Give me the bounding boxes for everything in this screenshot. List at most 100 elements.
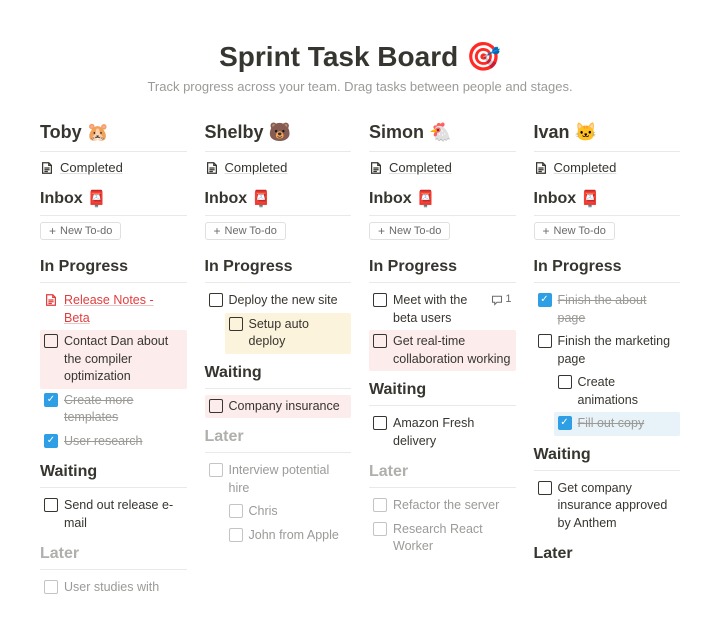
task-item[interactable]: Deploy the new site bbox=[205, 289, 352, 313]
task-item[interactable]: Get company insurance approved by Anthem bbox=[534, 477, 681, 536]
checkbox[interactable] bbox=[558, 375, 572, 389]
divider bbox=[534, 470, 681, 471]
checkbox[interactable] bbox=[44, 334, 58, 348]
page-title: Sprint Task Board 🎯 bbox=[40, 40, 680, 73]
completed-label: Completed bbox=[60, 160, 123, 175]
new-todo-label: New To-do bbox=[554, 225, 606, 237]
checkbox[interactable] bbox=[373, 498, 387, 512]
task-text: Get company insurance approved by Anthem bbox=[558, 480, 677, 533]
in-progress-heading: In Progress bbox=[369, 258, 516, 276]
task-item[interactable]: Send out release e-mail bbox=[40, 494, 187, 535]
checkbox[interactable] bbox=[538, 334, 552, 348]
task-item[interactable]: Company insurance bbox=[205, 395, 352, 419]
plus-icon: + bbox=[543, 225, 550, 237]
checkbox[interactable] bbox=[373, 293, 387, 307]
checkbox[interactable] bbox=[373, 334, 387, 348]
divider bbox=[40, 487, 187, 488]
new-todo-button[interactable]: + New To-do bbox=[534, 222, 615, 240]
task-item[interactable]: Chris bbox=[225, 500, 352, 524]
inbox-icon: 📮 bbox=[416, 189, 436, 209]
task-text: Research React Worker bbox=[393, 521, 512, 556]
checkbox[interactable] bbox=[229, 317, 243, 331]
completed-link[interactable]: Completed bbox=[369, 158, 516, 177]
later-heading: Later bbox=[534, 545, 681, 563]
task-text: Interview potential hire bbox=[229, 462, 348, 497]
task-item[interactable]: User studies with bbox=[40, 576, 187, 600]
new-todo-button[interactable]: +New To-do bbox=[40, 222, 121, 240]
person-name: Shelby 🐻 bbox=[205, 122, 352, 143]
completed-link[interactable]: Completed bbox=[205, 158, 352, 177]
checkbox[interactable] bbox=[44, 580, 58, 594]
task-item[interactable]: John from Apple bbox=[225, 524, 352, 548]
task-text: User research bbox=[64, 433, 183, 451]
column: Ivan 🐱CompletedInbox 📮+New To-doIn Progr… bbox=[534, 122, 681, 600]
task-text: Company insurance bbox=[229, 398, 348, 416]
divider bbox=[369, 282, 516, 283]
new-todo-button[interactable]: +New To-do bbox=[205, 222, 286, 240]
checkbox[interactable] bbox=[209, 399, 223, 413]
task-item[interactable]: Finish the marketing page bbox=[534, 330, 681, 371]
task-text: Get real-time collaboration working bbox=[393, 333, 512, 368]
waiting-heading: Waiting bbox=[534, 446, 681, 464]
task-item[interactable]: Finish the about page bbox=[534, 289, 681, 330]
checkbox[interactable] bbox=[538, 481, 552, 495]
checkbox[interactable] bbox=[44, 498, 58, 512]
checkbox[interactable] bbox=[373, 416, 387, 430]
task-item[interactable]: Release Notes - Beta bbox=[40, 289, 187, 330]
task-text: Deploy the new site bbox=[229, 292, 348, 310]
new-todo-button[interactable]: +New To-do bbox=[369, 222, 450, 240]
person-name: Simon 🐔 bbox=[369, 122, 516, 143]
inbox-label: Inbox bbox=[205, 190, 248, 208]
new-todo-label: New To-do bbox=[225, 225, 277, 237]
comment-count: 1 bbox=[505, 292, 511, 307]
task-item[interactable]: Interview potential hire bbox=[205, 459, 352, 500]
divider bbox=[369, 215, 516, 216]
task-item[interactable]: Get real-time collaboration working bbox=[369, 330, 516, 371]
inbox-icon: 📮 bbox=[87, 189, 107, 209]
divider bbox=[40, 569, 187, 570]
comment-icon bbox=[491, 294, 503, 306]
task-text: Send out release e-mail bbox=[64, 497, 183, 532]
checkbox[interactable] bbox=[229, 528, 243, 542]
task-item[interactable]: Contact Dan about the compiler optimizat… bbox=[40, 330, 187, 389]
task-text: Refactor the server bbox=[393, 497, 512, 515]
checkbox[interactable] bbox=[229, 504, 243, 518]
checkbox[interactable] bbox=[209, 293, 223, 307]
task-item[interactable]: User research bbox=[40, 430, 187, 454]
task-item[interactable]: Setup auto deploy bbox=[225, 313, 352, 354]
task-item[interactable]: Amazon Fresh delivery bbox=[369, 412, 516, 453]
checkbox[interactable] bbox=[44, 434, 58, 448]
checkbox[interactable] bbox=[209, 463, 223, 477]
column: Shelby 🐻 Completed Inbox 📮 +New To-do In Pro… bbox=[205, 122, 352, 600]
task-text: Fill out copy bbox=[578, 415, 677, 433]
waiting-heading: Waiting bbox=[205, 364, 352, 382]
checkbox[interactable] bbox=[538, 293, 552, 307]
task-text: Amazon Fresh delivery bbox=[393, 415, 512, 450]
task-item[interactable]: Research React Worker bbox=[369, 518, 516, 559]
checkbox[interactable] bbox=[44, 393, 58, 407]
inbox-heading: Inbox 📮 bbox=[205, 189, 352, 209]
completed-link[interactable]: Completed bbox=[534, 158, 681, 177]
inbox-heading: Inbox 📮 bbox=[369, 189, 516, 209]
comment-badge[interactable]: 1 bbox=[491, 292, 511, 307]
task-item[interactable]: Meet with the beta users1 bbox=[369, 289, 516, 330]
completed-label: Completed bbox=[389, 160, 452, 175]
task-text: Contact Dan about the compiler optimizat… bbox=[64, 333, 183, 386]
plus-icon: + bbox=[49, 225, 56, 237]
checkbox[interactable] bbox=[558, 416, 572, 430]
divider bbox=[369, 405, 516, 406]
in-progress-heading: In Progress bbox=[205, 258, 352, 276]
task-item[interactable]: Fill out copy bbox=[554, 412, 681, 436]
inbox-label: Inbox bbox=[40, 190, 83, 208]
task-text: Chris bbox=[249, 503, 348, 521]
task-item[interactable]: Create more templates bbox=[40, 389, 187, 430]
completed-label: Completed bbox=[554, 160, 617, 175]
task-text: John from Apple bbox=[249, 527, 348, 545]
inbox-icon: 📮 bbox=[580, 189, 600, 209]
task-item[interactable]: Create animations bbox=[554, 371, 681, 412]
divider bbox=[40, 151, 187, 152]
checkbox[interactable] bbox=[373, 522, 387, 536]
divider bbox=[534, 282, 681, 283]
divider bbox=[205, 151, 352, 152]
completed-link[interactable]: Completed bbox=[40, 158, 187, 177]
